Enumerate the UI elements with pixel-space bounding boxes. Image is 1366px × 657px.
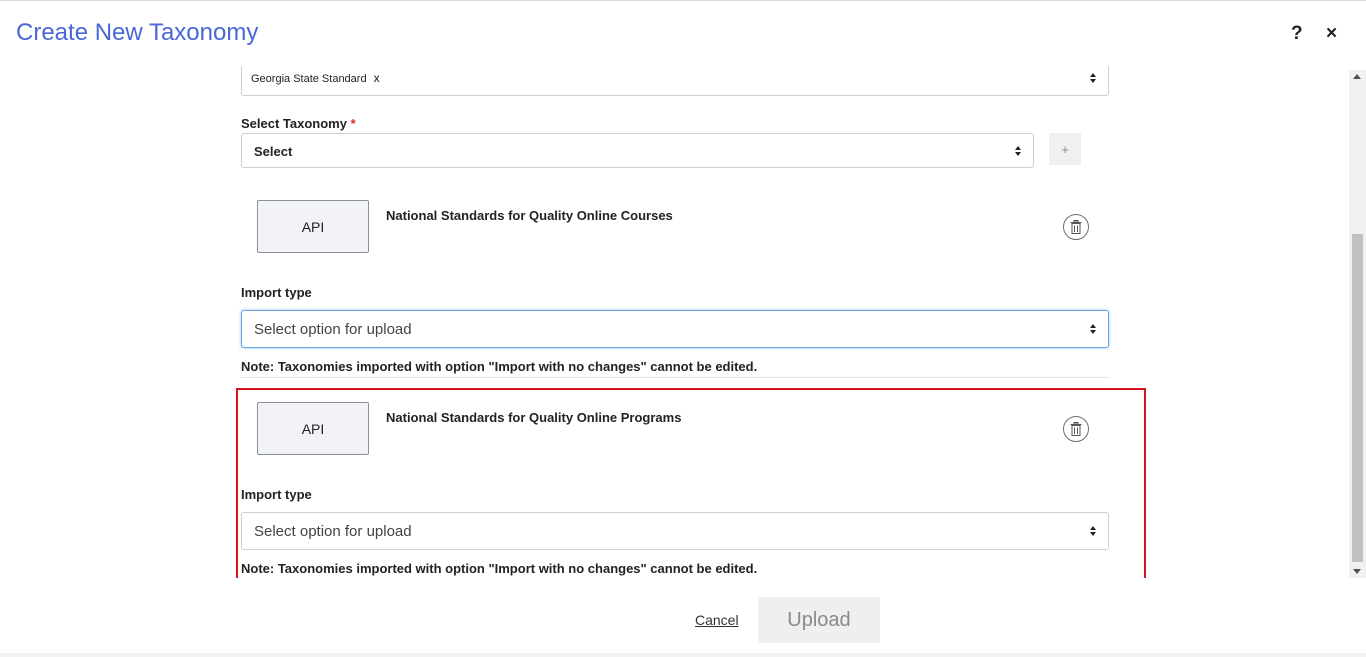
scroll-up-icon[interactable] <box>1353 74 1361 79</box>
import-type-label: Import type <box>241 285 312 300</box>
help-button[interactable]: ? <box>1291 23 1303 45</box>
trash-icon <box>1070 220 1082 234</box>
source-badge: API <box>257 402 369 455</box>
select-taxonomy-label: Select Taxonomy * <box>241 116 356 131</box>
delete-button[interactable] <box>1063 416 1089 442</box>
select-taxonomy-value: Select <box>254 144 293 159</box>
standard-multiselect[interactable]: Georgia State Standard x <box>241 66 1109 96</box>
import-type-select[interactable]: Select option for upload <box>241 512 1109 550</box>
select-taxonomy-dropdown[interactable]: Select <box>241 133 1034 168</box>
select-taxonomy-label-text: Select Taxonomy <box>241 116 347 131</box>
taxonomy-item-name: National Standards for Quality Online Pr… <box>386 410 682 425</box>
select-caret-icon <box>1090 73 1096 83</box>
upload-button[interactable]: Upload <box>758 597 880 643</box>
selected-tag-label: Georgia State Standard <box>251 73 367 85</box>
close-button[interactable]: × <box>1326 23 1337 45</box>
tag-remove-icon[interactable]: x <box>374 71 380 85</box>
import-note: Note: Taxonomies imported with option "I… <box>241 359 758 374</box>
import-type-placeholder: Select option for upload <box>254 321 412 338</box>
required-mark: * <box>350 116 356 131</box>
item-divider <box>241 377 1109 378</box>
vertical-scrollbar[interactable] <box>1349 70 1366 578</box>
trash-icon <box>1070 422 1082 436</box>
modal-title: Create New Taxonomy <box>16 19 259 46</box>
import-type-select[interactable]: Select option for upload <box>241 310 1109 348</box>
delete-button[interactable] <box>1063 214 1089 240</box>
scroll-down-icon[interactable] <box>1353 569 1361 574</box>
selected-tag: Georgia State Standard x <box>251 71 380 85</box>
taxonomy-item-name: National Standards for Quality Online Co… <box>386 208 673 223</box>
import-type-placeholder: Select option for upload <box>254 523 412 540</box>
modal-header: Create New Taxonomy ? × <box>0 0 1366 66</box>
footer-divider <box>0 653 1366 657</box>
scroll-thumb[interactable] <box>1352 234 1363 562</box>
select-caret-icon <box>1015 145 1021 156</box>
cancel-button[interactable]: Cancel <box>695 612 739 628</box>
select-caret-icon <box>1090 324 1096 334</box>
add-taxonomy-button[interactable]: + <box>1049 133 1081 165</box>
import-note: Note: Taxonomies imported with option "I… <box>241 561 758 576</box>
import-type-label: Import type <box>241 487 312 502</box>
source-badge: API <box>257 200 369 253</box>
select-caret-icon <box>1090 526 1096 536</box>
modal-body: Georgia State Standard x Select Taxonomy… <box>0 66 1366 578</box>
